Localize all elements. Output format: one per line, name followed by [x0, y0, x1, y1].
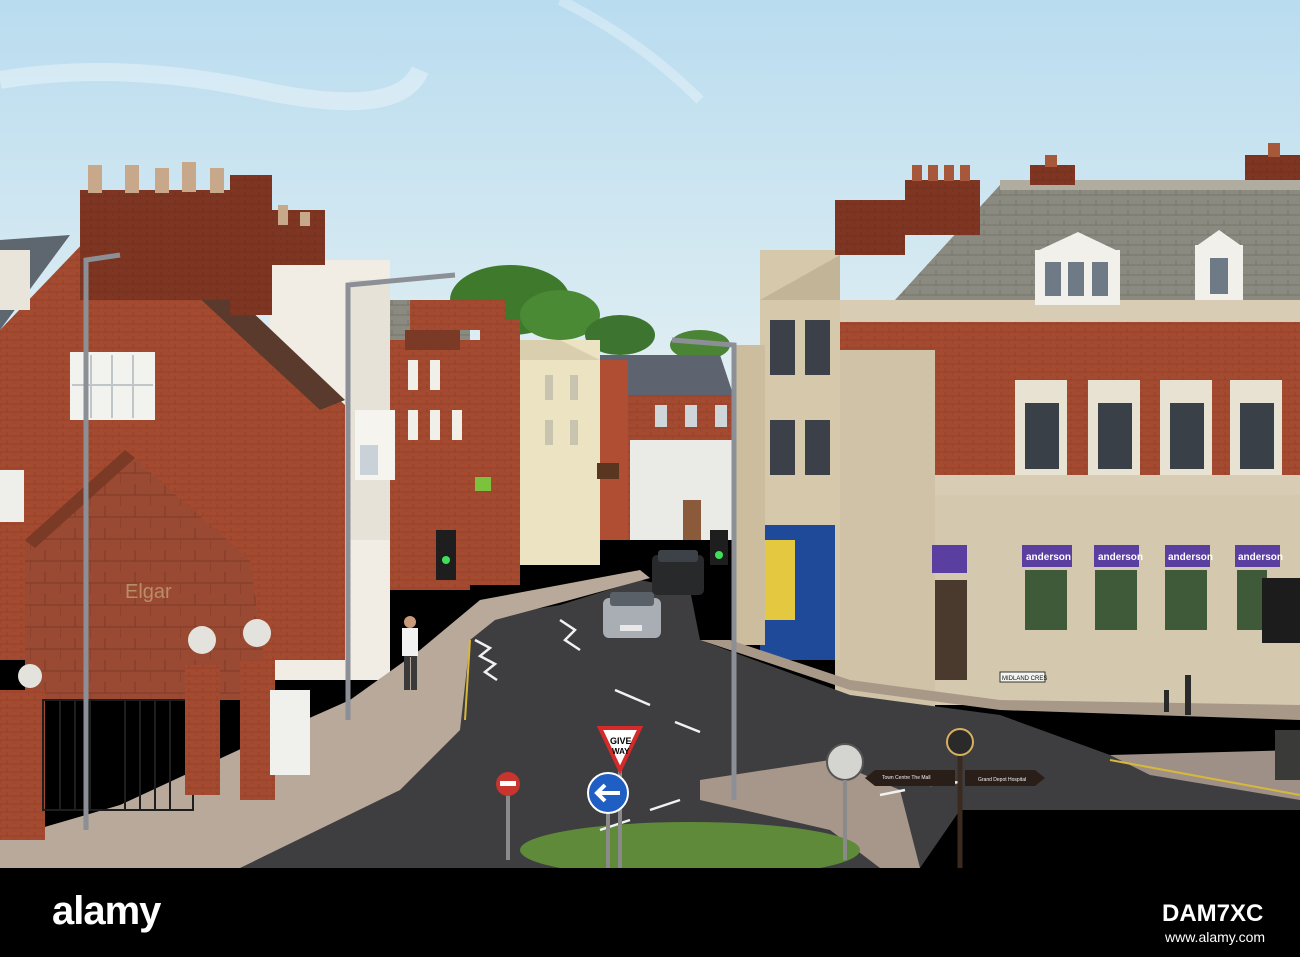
- bank-sign-4: anderson: [1238, 552, 1283, 563]
- svg-text:Elgar: Elgar: [125, 581, 172, 603]
- cream-building: [515, 340, 628, 565]
- give-way-text-2: WAY: [612, 747, 630, 756]
- street-name-text: MIDLAND CRES: [1002, 676, 1047, 682]
- street-photo: Elgar anderson anderson anderson anderso…: [0, 0, 1300, 868]
- pedestrian: [402, 616, 418, 690]
- dark-car: [652, 550, 704, 595]
- watermark-url: www.alamy.com: [1165, 929, 1266, 945]
- watermark-band: [0, 868, 1300, 957]
- bank-sign: anderson: [1026, 552, 1071, 563]
- give-way-text-1: GIVE: [610, 736, 632, 746]
- bank-sign-3: anderson: [1168, 552, 1213, 563]
- silver-car: [603, 592, 661, 638]
- stock-id: DAM7XC: [1162, 900, 1264, 927]
- signpost-right-text: Grand Depot Hospital: [978, 777, 1026, 783]
- alamy-logo: alamy: [52, 889, 161, 933]
- bank-sign-2: anderson: [1098, 552, 1143, 563]
- round-sign: [826, 743, 864, 781]
- street-name-sign: MIDLAND CRES: [999, 671, 1047, 683]
- signpost-left-text: Town Centre The Mall: [882, 775, 931, 781]
